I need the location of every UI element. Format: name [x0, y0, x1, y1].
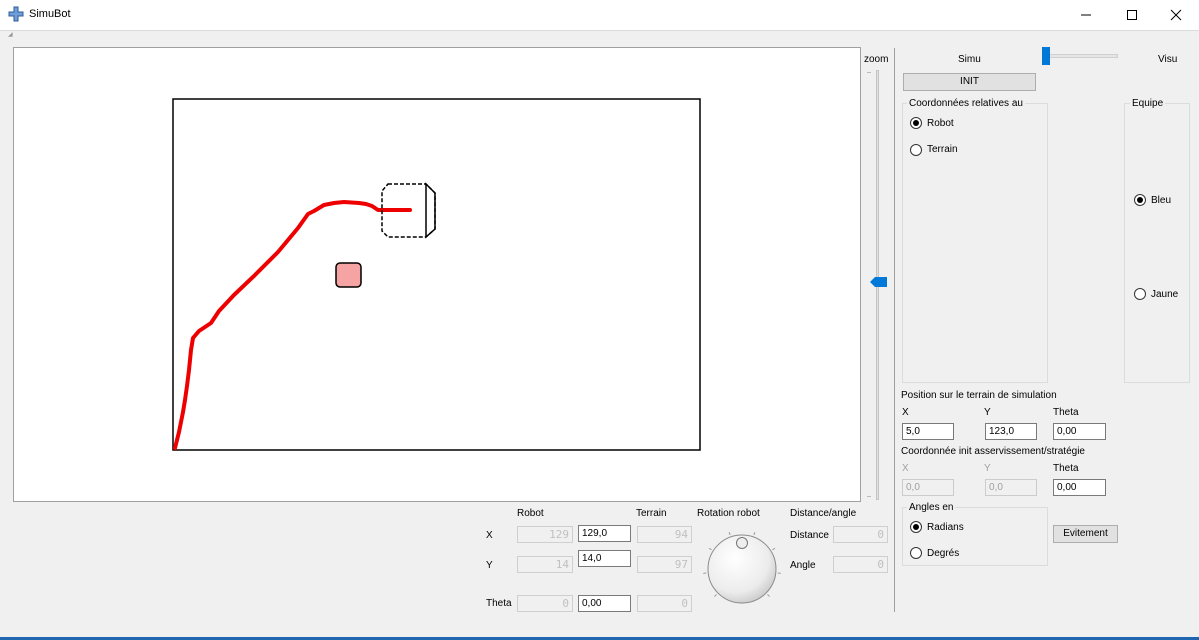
radio-degres[interactable] — [910, 547, 922, 559]
terrain-theta-lcd: 0 — [637, 595, 692, 612]
terrain-y-lcd: 97 — [637, 556, 692, 573]
col-rotation-label: Rotation robot — [697, 508, 760, 519]
field-canvas[interactable] — [14, 48, 860, 501]
dial-tick — [753, 532, 756, 536]
dial-tick — [714, 594, 717, 597]
equipe-group — [1124, 103, 1190, 383]
robot-x-input[interactable]: 129,0 — [578, 525, 631, 542]
init-theta-input[interactable]: 0,00 — [1053, 479, 1106, 496]
radio-dot — [913, 524, 919, 530]
toolbar-grip-icon: ◢ — [8, 32, 13, 38]
rotation-dial[interactable] — [703, 530, 781, 608]
radio-jaune-label[interactable]: Jaune — [1151, 289, 1178, 300]
angle-lcd: 0 — [833, 556, 888, 573]
sim-theta-label: Theta — [1053, 407, 1079, 418]
field-border — [172, 98, 701, 451]
zoom-slider-handle[interactable] — [870, 277, 888, 287]
sim-x-label: X — [902, 407, 909, 418]
radio-bleu[interactable] — [1134, 194, 1146, 206]
panel-separator[interactable] — [894, 48, 895, 612]
radio-jaune[interactable] — [1134, 288, 1146, 300]
angles-title: Angles en — [907, 502, 956, 513]
dial-tick — [728, 532, 731, 536]
dial-tick — [772, 547, 776, 551]
title-bar: SimuBot — [0, 0, 1199, 31]
init-x-input[interactable]: 0,0 — [902, 479, 954, 496]
init-y-input[interactable]: 0,0 — [985, 479, 1037, 496]
sim-theta-input[interactable]: 0,00 — [1053, 423, 1106, 440]
obstacle — [335, 262, 362, 288]
zoom-label: zoom — [864, 54, 889, 65]
distance-label: Distance — [790, 530, 829, 541]
terrain-x-lcd: 94 — [637, 526, 692, 543]
maximize-icon — [1127, 10, 1137, 20]
robot-theta-lcd: 0 — [517, 595, 573, 612]
minimize-icon — [1081, 14, 1091, 16]
col-terrain-label: Terrain — [636, 508, 667, 519]
row-theta-label: Theta — [486, 598, 512, 609]
evitement-button[interactable]: Evitement — [1053, 525, 1118, 543]
mode-simu-label: Simu — [958, 54, 981, 65]
init-coords-title: Coordonnée init asservissement/stratégie — [901, 446, 1085, 457]
radio-robot[interactable] — [910, 117, 922, 129]
mode-visu-label: Visu — [1158, 54, 1178, 65]
distance-lcd: 0 — [833, 526, 888, 543]
radio-robot-label[interactable]: Robot — [927, 118, 954, 129]
radio-radians-label[interactable]: Radians — [927, 522, 964, 533]
row-y-label: Y — [486, 560, 493, 571]
coords-relative-group — [902, 103, 1048, 383]
init-button[interactable]: INIT — [903, 73, 1036, 91]
sim-position-title: Position sur le terrain de simulation — [901, 390, 1057, 401]
radio-terrain-label[interactable]: Terrain — [927, 144, 958, 155]
angle-label: Angle — [790, 560, 816, 571]
sim-y-label: Y — [984, 407, 991, 418]
dial-tick — [708, 547, 712, 551]
window-title: SimuBot — [29, 8, 71, 20]
equipe-title: Equipe — [1130, 98, 1166, 109]
col-robot-label: Robot — [517, 508, 544, 519]
radio-radians[interactable] — [910, 521, 922, 533]
init-y-label: Y — [984, 463, 991, 474]
radio-terrain[interactable] — [910, 144, 922, 156]
robot-y-input[interactable]: 14,0 — [578, 550, 631, 567]
row-x-label: X — [486, 530, 493, 541]
sim-y-input[interactable]: 123,0 — [985, 423, 1037, 440]
maximize-button[interactable] — [1109, 0, 1155, 30]
radio-bleu-label[interactable]: Bleu — [1151, 195, 1171, 206]
col-distance-angle-label: Distance/angle — [790, 508, 857, 519]
robot-x-lcd: 129 — [517, 526, 573, 543]
dial-tick — [767, 594, 770, 597]
init-x-label: X — [902, 463, 909, 474]
sim-x-input[interactable]: 5,0 — [902, 423, 954, 440]
coords-relative-title: Coordonnées relatives au — [907, 98, 1025, 109]
robot-theta-input[interactable]: 0,00 — [578, 595, 631, 612]
robot-y-lcd: 14 — [517, 556, 573, 573]
zoom-tick-bottom — [867, 496, 871, 497]
radio-dot — [1137, 197, 1143, 203]
angles-group — [902, 507, 1048, 566]
radio-degres-label[interactable]: Degrés — [927, 548, 959, 559]
mode-slider-track[interactable] — [1046, 54, 1118, 58]
app-icon — [8, 6, 24, 22]
simulation-view[interactable] — [13, 47, 861, 502]
close-button[interactable] — [1153, 0, 1199, 30]
minimize-button[interactable] — [1063, 0, 1109, 30]
close-icon — [1170, 9, 1182, 21]
init-theta-label: Theta — [1053, 463, 1079, 474]
zoom-tick-top — [867, 72, 871, 73]
mode-slider-handle[interactable] — [1042, 47, 1050, 65]
rotation-dial-knob[interactable] — [736, 537, 748, 549]
radio-dot — [913, 120, 919, 126]
